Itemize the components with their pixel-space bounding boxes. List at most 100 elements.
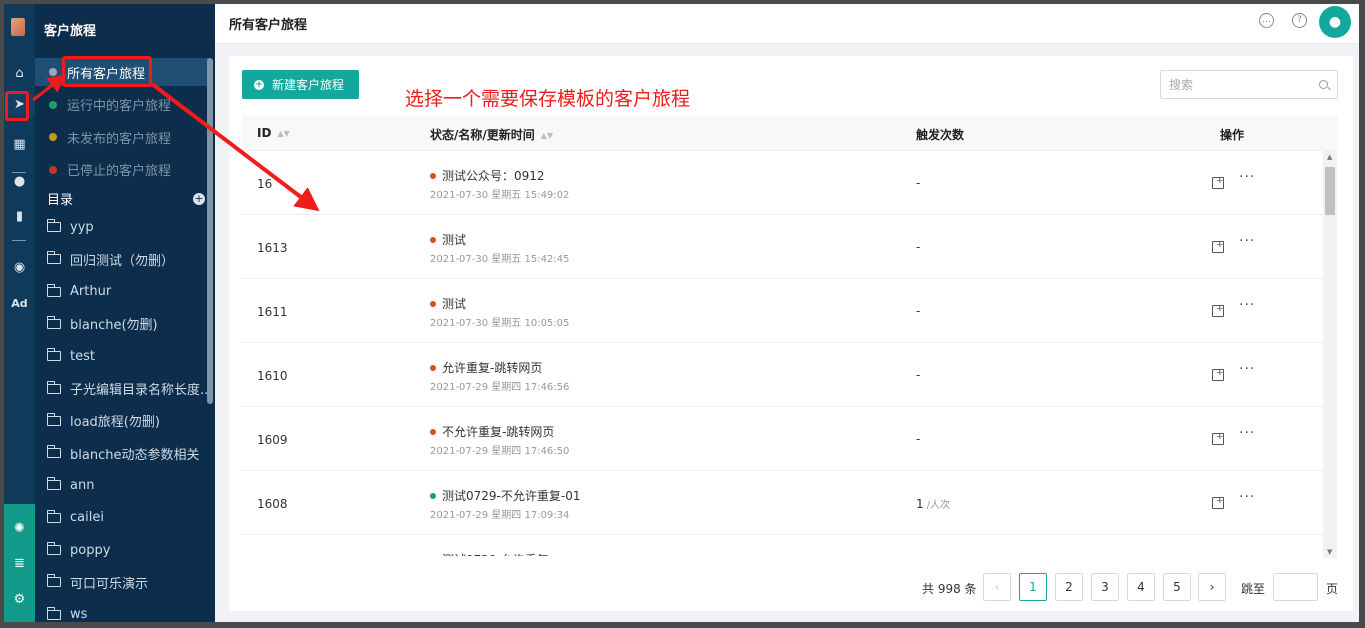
sort-icon[interactable]: ▲▼	[277, 130, 289, 138]
avatar[interactable]: ●	[1319, 6, 1351, 38]
row-name[interactable]: 测试0729-不允许重复-01	[430, 487, 580, 504]
folder-label: ws	[70, 607, 88, 622]
row-name[interactable]: 测试	[430, 231, 466, 248]
sidebar-folder[interactable]: ws	[47, 604, 207, 622]
jump-page-input[interactable]	[1273, 573, 1318, 601]
col-name[interactable]: 状态/名称/更新时间 ▲▼	[430, 126, 553, 143]
new-journey-label: 新建客户旅程	[272, 78, 345, 92]
sidebar-folder[interactable]: blanche(勿删)	[47, 313, 207, 335]
settings-icon[interactable]: ⚙	[4, 588, 35, 610]
save-template-icon[interactable]	[1212, 240, 1224, 253]
more-icon[interactable]: ···	[1239, 233, 1255, 249]
more-icon[interactable]: ···	[1239, 297, 1255, 313]
row-name[interactable]: 不允许重复-跳转网页	[430, 423, 554, 440]
row-id: 1608	[257, 497, 288, 511]
status-dot	[430, 300, 436, 307]
chat-icon[interactable]: …	[1259, 13, 1274, 28]
row-name[interactable]: 测试公众号：0912	[430, 167, 545, 184]
status-dot	[49, 133, 57, 141]
save-template-icon[interactable]	[1212, 176, 1224, 189]
new-journey-button[interactable]: + 新建客户旅程	[242, 70, 359, 99]
row-name[interactable]: 允许重复-跳转网页	[430, 359, 542, 376]
save-template-icon[interactable]	[1212, 432, 1224, 445]
sidebar-folder[interactable]: yyp	[47, 216, 207, 238]
table-row[interactable]: 测试0729-允许重复	[242, 535, 1323, 556]
more-icon[interactable]: ···	[1239, 169, 1255, 185]
next-page-button[interactable]: ›	[1198, 573, 1226, 601]
table-row[interactable]: 1613 测试 2021-07-30 星期五 15:42:45 - ···	[242, 215, 1323, 279]
row-triggers: -	[916, 176, 921, 190]
page-button-3[interactable]: 3	[1091, 573, 1119, 601]
row-id: 1613	[257, 241, 288, 255]
search-icon[interactable]	[1319, 80, 1328, 89]
folder-icon	[47, 219, 61, 232]
sidebar-folder[interactable]: blanche动态参数相关	[47, 442, 207, 464]
table-scrollbar[interactable]: ▲ ▼	[1323, 151, 1337, 558]
row-triggers: -	[916, 304, 921, 318]
user-icon[interactable]: ●	[4, 170, 35, 192]
save-template-icon[interactable]	[1212, 368, 1224, 381]
ad-icon[interactable]: Ad	[4, 292, 35, 314]
page-button-2[interactable]: 2	[1055, 573, 1083, 601]
save-template-icon[interactable]	[1212, 304, 1224, 317]
sidebar-title: 客户旅程	[44, 24, 97, 39]
save-template-icon[interactable]	[1212, 496, 1224, 509]
sidebar-folder[interactable]: ann	[47, 474, 207, 496]
folder-label: 可口可乐演示	[70, 576, 149, 592]
wechat-icon[interactable]: ◉	[4, 256, 35, 278]
folder-label: poppy	[70, 542, 111, 558]
sidebar-folder[interactable]: cailei	[47, 507, 207, 529]
bar-chart-icon[interactable]: ▮	[4, 205, 35, 227]
row-name-label: 测试	[442, 233, 467, 247]
table-row[interactable]: 1610 允许重复-跳转网页 2021-07-29 星期四 17:46:56 - ···	[242, 343, 1323, 407]
page-button-5[interactable]: 5	[1163, 573, 1191, 601]
table-body: 16测试公众号：09122021-07-30 星期五 15:49:02-···1…	[242, 151, 1338, 556]
scroll-up-icon[interactable]: ▲	[1327, 153, 1332, 161]
col-id[interactable]: ID ▲▼	[257, 126, 290, 140]
more-icon[interactable]: ···	[1239, 425, 1255, 441]
page-button-1[interactable]: 1	[1019, 573, 1047, 601]
app-window: ⌂ ➤ ▦ ● ▮ ◉ Ad ✺ ≣ ⚙ 客户旅程 所有客户旅程 运行中的客户旅程 未发布的客户旅程…	[4, 4, 1359, 622]
sidebar-status-item[interactable]: 未发布的客户旅程	[35, 123, 209, 151]
folder-icon	[47, 509, 61, 523]
sidebar-folder[interactable]: load旅程(勿删)	[47, 410, 207, 432]
row-name-label: 测试公众号：0912	[442, 169, 545, 183]
add-folder-icon[interactable]: +	[193, 192, 205, 205]
annotation-text: 选择一个需要保存模板的客户旅程	[405, 88, 691, 110]
sidebar-folder[interactable]: 可口可乐演示	[47, 571, 207, 593]
row-name[interactable]: 测试0729-允许重复	[430, 551, 549, 556]
sidebar-folder[interactable]: poppy	[47, 539, 207, 561]
layout-icon[interactable]: ▦	[4, 133, 35, 155]
server-icon[interactable]: ≣	[4, 552, 35, 574]
folder-label: 子光编辑目录名称长度...	[70, 383, 207, 398]
sidebar-folder[interactable]: Arthur	[47, 281, 207, 303]
sidebar-folder[interactable]: 子光编辑目录名称长度...	[47, 378, 207, 400]
robot-icon[interactable]: ✺	[4, 517, 35, 539]
sidebar-scrollbar[interactable]	[207, 58, 213, 404]
sidebar-status-item[interactable]: 运行中的客户旅程	[35, 91, 209, 119]
sidebar-folder[interactable]: test	[47, 345, 207, 367]
table-row[interactable]: 1609 不允许重复-跳转网页 2021-07-29 星期四 17:46:50 - ··…	[242, 407, 1323, 471]
help-icon[interactable]: ?	[1292, 13, 1307, 28]
scroll-down-icon[interactable]: ▼	[1327, 548, 1332, 556]
prev-page-button[interactable]: ‹	[983, 573, 1011, 601]
page-button-4[interactable]: 4	[1127, 573, 1155, 601]
sidebar-folder[interactable]: 回归测试（勿删）	[47, 248, 207, 270]
table-row[interactable]: 16 测试公众号：0912 2021-07-30 星期五 15:49:02 - ···	[242, 151, 1323, 215]
row-name-label: 不允许重复-跳转网页	[442, 425, 555, 439]
status-dot	[49, 68, 57, 76]
search-input[interactable]	[1160, 70, 1338, 99]
sort-icon[interactable]: ▲▼	[541, 132, 553, 140]
status-dot	[430, 364, 436, 371]
sidebar-status-item[interactable]: 已停止的客户旅程	[35, 156, 209, 184]
home-icon[interactable]: ⌂	[4, 62, 35, 84]
table-row[interactable]: 1608 测试0729-不允许重复-01 2021-07-29 星期四 17:09:…	[242, 471, 1323, 535]
more-icon[interactable]: ···	[1239, 361, 1255, 377]
row-name[interactable]: 测试	[430, 295, 466, 312]
more-icon[interactable]: ···	[1239, 489, 1255, 505]
row-time: 2021-07-30 星期五 10:05:05	[430, 318, 570, 329]
table-row[interactable]: 1611 测试 2021-07-30 星期五 10:05:05 - ···	[242, 279, 1323, 343]
folder-label: test	[70, 348, 95, 364]
scroll-thumb[interactable]	[1325, 167, 1335, 215]
folder-icon	[47, 348, 61, 362]
